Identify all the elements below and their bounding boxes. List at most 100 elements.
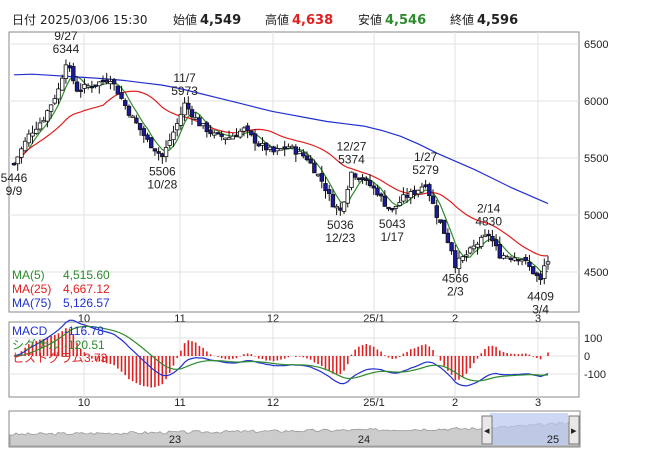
macd-tick-label: 100 [584, 333, 602, 345]
open-value: 4,549 [200, 13, 241, 28]
high-value: 4,638 [292, 13, 333, 28]
candle-up [260, 143, 265, 146]
ma5-value: 4,515.60 [63, 268, 110, 282]
candle-down [152, 148, 158, 152]
candle-up [37, 122, 43, 130]
candle-up [501, 255, 506, 259]
candle-up [30, 132, 35, 137]
hist-value: 3.73 [84, 351, 108, 365]
candle-down [141, 128, 146, 136]
annotation-date: 9/27 [54, 29, 78, 43]
annotation-value: 4566 [442, 271, 469, 285]
annotation-value: 5036 [327, 218, 354, 232]
candle-up [212, 132, 217, 136]
candle-up [315, 173, 321, 177]
candle-down [78, 89, 83, 92]
macd-axis: 100 0 -100 [584, 333, 606, 381]
annotation-value: 5279 [412, 163, 439, 177]
ma75-value: 5,126.57 [63, 296, 110, 310]
candle-down [271, 146, 276, 153]
candle-down [93, 84, 98, 87]
high-label: 高値 [265, 12, 289, 27]
candle-up [82, 84, 87, 89]
candle-up [341, 201, 347, 212]
low-label: 安値 [358, 12, 382, 27]
candle-down [523, 257, 528, 261]
candle-up [278, 148, 284, 151]
candle-up [63, 64, 69, 79]
candle-down [126, 105, 132, 116]
price-tick-label: 4500 [584, 267, 608, 279]
candle-down [282, 146, 287, 150]
macd-value: -116.78 [64, 324, 104, 338]
candle-down [338, 207, 343, 211]
annotation-value: 4830 [475, 214, 502, 228]
candle-up [85, 85, 91, 88]
price-tick-label: 6000 [584, 96, 608, 108]
date-tick-label: 10 [78, 397, 90, 409]
candle-up [56, 88, 61, 100]
candle-down [375, 187, 380, 196]
annotation-date: 12/23 [325, 231, 355, 245]
candle-up [519, 259, 525, 262]
candle-up [512, 257, 517, 261]
candle-up [397, 202, 402, 206]
candle-up [275, 148, 280, 152]
candle-down [249, 130, 254, 136]
candle-up [171, 131, 176, 141]
candle-down [330, 194, 336, 208]
candle-up [345, 189, 350, 204]
close-value: 4,596 [477, 13, 518, 28]
hist-label: ヒストグラム [12, 351, 84, 365]
chevron-left-icon: ◂ [484, 425, 490, 437]
annotation-value: 5506 [149, 164, 176, 178]
candle-down [204, 122, 210, 133]
candle-down [186, 102, 191, 110]
candle-down [252, 133, 258, 144]
candle-up [475, 243, 480, 248]
candle-up [167, 140, 172, 146]
candle-down [441, 219, 447, 234]
candle-up [289, 145, 295, 149]
candle-down [160, 153, 165, 158]
annotation-date: 12/27 [336, 139, 366, 153]
candle-down [71, 65, 76, 82]
candle-down [538, 273, 543, 281]
candle-up [456, 257, 462, 269]
date-axis-bottom: 10 11 12 25/1 2 3 [78, 397, 541, 409]
candle-down [111, 79, 117, 85]
annotation-date: 11/7 [173, 71, 196, 85]
candle-up [97, 81, 102, 87]
candle-down [215, 132, 221, 135]
candle-down [156, 151, 161, 154]
annotation-value: 5043 [379, 217, 406, 231]
candle-up [401, 194, 406, 202]
candle-down [74, 81, 80, 92]
candle-up [286, 146, 291, 149]
candle-up [393, 206, 399, 209]
candle-down [534, 272, 540, 277]
signal-label: シグナル [12, 338, 60, 352]
candle-down [197, 117, 202, 127]
stock-chart: 日付 2025/03/06 15:30 始値 4,549 高値 4,638 安値… [1, 12, 608, 448]
macd-tick-label: -100 [584, 369, 606, 381]
candle-down [404, 194, 410, 198]
candle-up [471, 245, 477, 250]
candle-down [449, 242, 454, 252]
candle-down [256, 143, 261, 147]
candle-down [234, 134, 239, 137]
candle-down [137, 122, 143, 131]
candle-down [308, 158, 313, 164]
overview-navigator[interactable]: ◂ ▸ 23 24 25 [8, 410, 581, 448]
overview-year-label: 24 [358, 434, 370, 446]
ma75-label: MA(75) [12, 296, 51, 310]
candle-up [200, 123, 206, 127]
candle-down [293, 146, 299, 155]
candle-down [134, 117, 139, 124]
candle-down [323, 183, 328, 192]
candle-up [34, 128, 39, 134]
candle-up [467, 247, 473, 254]
candle-down [386, 206, 391, 210]
candle-up [60, 77, 65, 91]
candle-down [301, 152, 306, 157]
